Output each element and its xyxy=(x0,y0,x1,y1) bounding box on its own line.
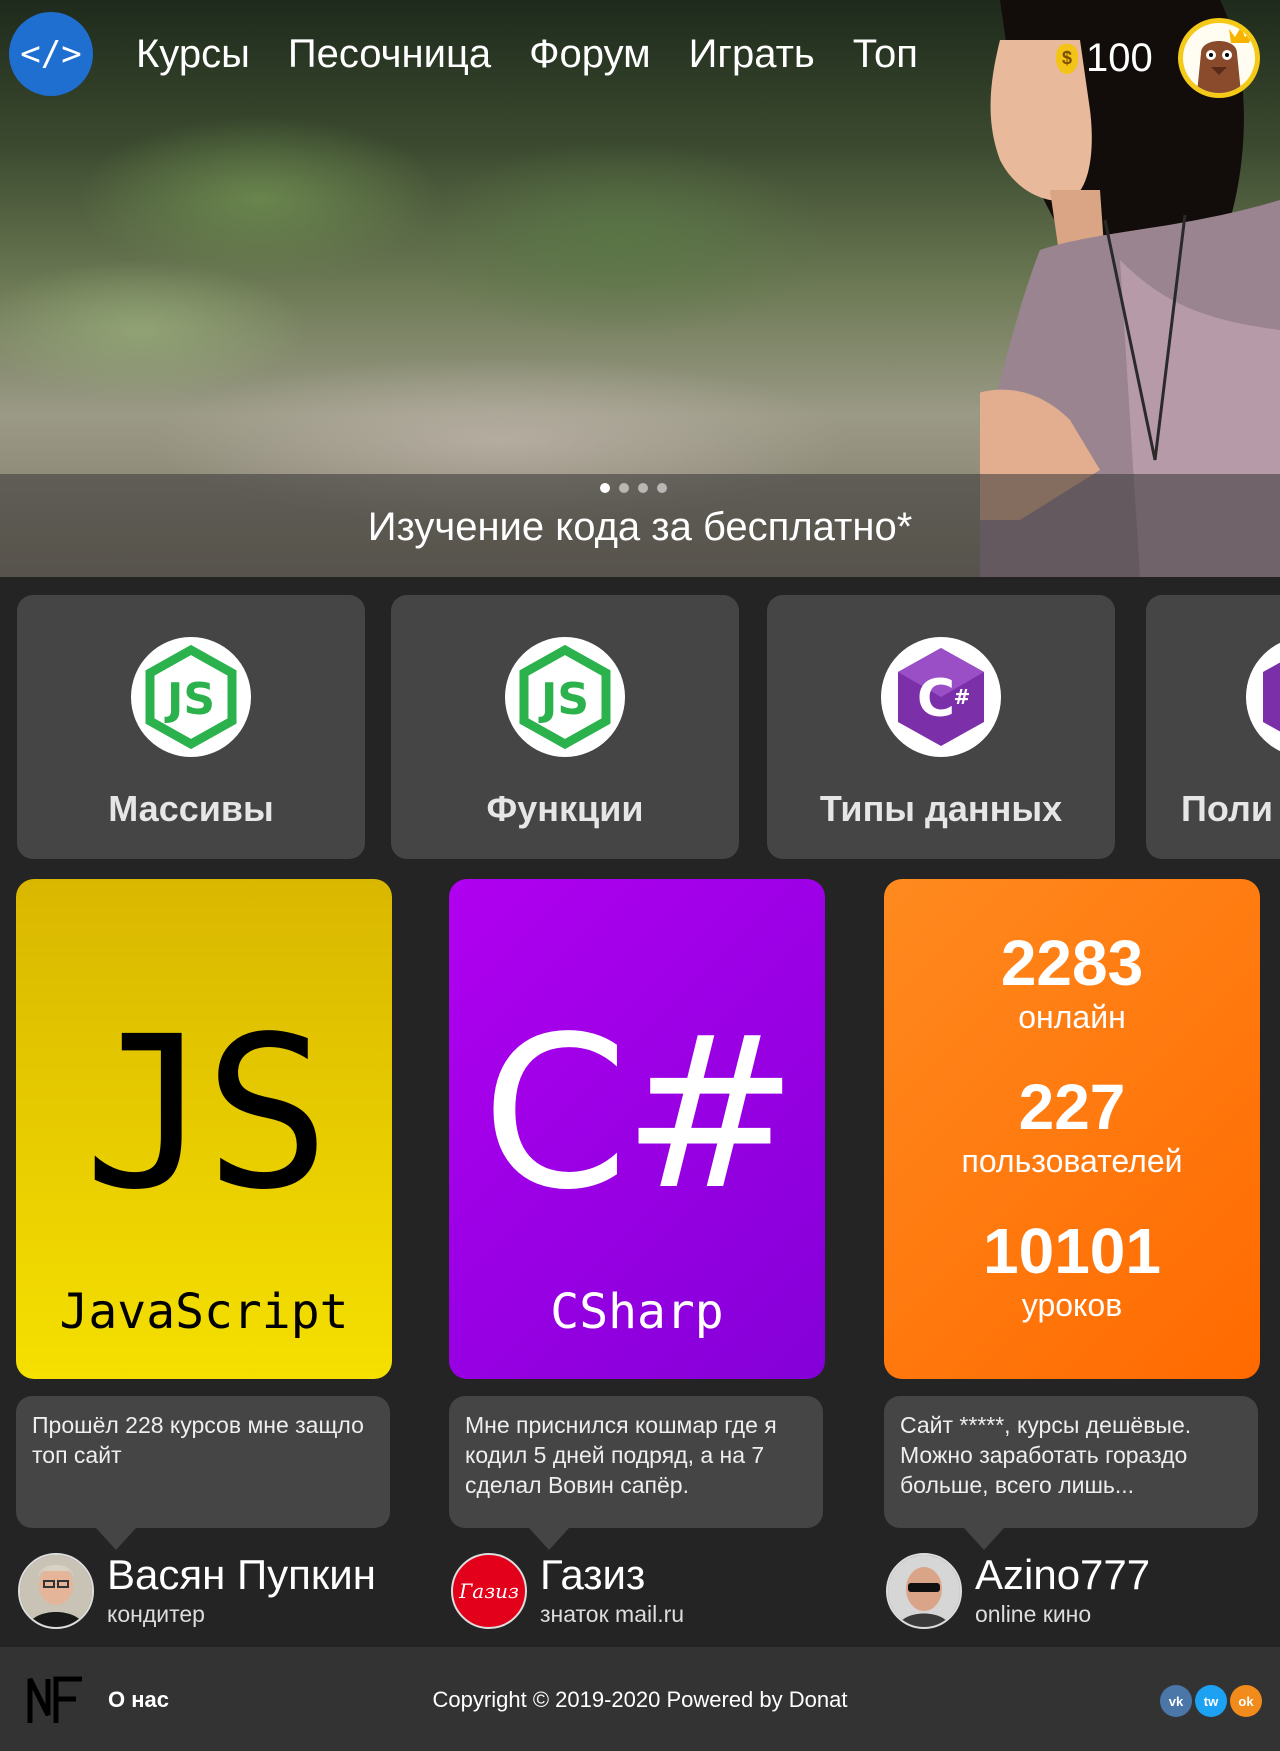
author-role: знаток mail.ru xyxy=(540,1601,685,1627)
twitter-icon[interactable]: tw xyxy=(1195,1685,1227,1717)
nav-item-forum[interactable]: Форум xyxy=(529,32,651,77)
course-title: Поли xyxy=(1181,788,1273,829)
nav-item-play[interactable]: Играть xyxy=(689,32,815,77)
code-icon: </> xyxy=(20,34,82,74)
nodejs-icon: JS xyxy=(131,637,251,757)
stat-lessons: 10101 уроков xyxy=(884,1219,1260,1324)
tile-name: JavaScript xyxy=(59,1284,349,1340)
vk-icon[interactable]: vk xyxy=(1160,1685,1192,1717)
course-title: Функции xyxy=(486,788,644,829)
coin-count: 100 xyxy=(1086,36,1153,80)
author-role: online кино xyxy=(975,1601,1092,1627)
review-author: Azino777 online кино xyxy=(886,1551,1276,1629)
user-avatar-image xyxy=(1183,23,1255,93)
csharp-tile[interactable]: C# CSharp xyxy=(449,879,825,1379)
copyright: Copyright © 2019-2020 Powered by Donat xyxy=(432,1687,848,1712)
social-links: vk tw ok xyxy=(1160,1685,1262,1717)
csharp-icon: C # xyxy=(881,637,1001,757)
course-card-arrays[interactable]: JS Массивы xyxy=(17,595,365,859)
avatar xyxy=(18,1553,94,1629)
stat-online-label: онлайн xyxy=(1018,999,1126,1035)
javascript-tile[interactable]: JS JavaScript xyxy=(16,879,392,1379)
user-avatar[interactable] xyxy=(1178,18,1260,98)
course-title: Массивы xyxy=(108,788,274,829)
stat-lessons-label: уроков xyxy=(1021,1287,1123,1323)
hero-banner[interactable]: Изучение кода за бесплатно* xyxy=(0,0,1280,577)
svg-text:JS: JS xyxy=(538,674,589,725)
csharp-icon xyxy=(1246,637,1280,757)
stat-lessons-value: 10101 xyxy=(983,1215,1161,1287)
review-author: Васян Пупкин кондитер xyxy=(18,1551,418,1629)
stat-online-value: 2283 xyxy=(1000,927,1144,999)
money-bag-icon: $ xyxy=(1056,43,1078,74)
stats-tile: 2283 онлайн 227 пользователей 10101 урок… xyxy=(884,879,1260,1379)
author-role: кондитер xyxy=(107,1601,205,1627)
js-logo-text: JS xyxy=(83,991,331,1236)
tile-name: CSharp xyxy=(550,1284,724,1340)
code-logo-button[interactable]: </> xyxy=(9,12,93,96)
svg-text:C: C xyxy=(917,669,955,729)
avatar-label: Газиз xyxy=(459,1579,519,1603)
stat-online: 2283 онлайн xyxy=(884,931,1260,1036)
avatar xyxy=(886,1553,962,1629)
author-name: Газиз xyxy=(540,1551,646,1598)
course-card-functions[interactable]: JS Функции xyxy=(391,595,739,859)
main-nav: Курсы Песочница Форум Играть Топ xyxy=(136,32,918,77)
hero-caption: Изучение кода за бесплатно* xyxy=(367,505,913,549)
footer: О нас Copyright © 2019-2020 Powered by D… xyxy=(0,1647,1280,1751)
svg-text:JS: JS xyxy=(164,674,215,725)
course-card-data-types[interactable]: C # Типы данных xyxy=(767,595,1115,859)
review-author: Газиз Газиз знаток mail.ru xyxy=(451,1551,851,1629)
course-title: Типы данных xyxy=(819,788,1063,829)
slider-dot-1[interactable] xyxy=(600,483,610,493)
slider-dot-2[interactable] xyxy=(619,483,629,493)
stat-users: 227 пользователей xyxy=(884,1075,1260,1180)
odnoklassniki-icon[interactable]: ok xyxy=(1230,1685,1262,1717)
slider-dots[interactable] xyxy=(600,483,667,493)
review-bubble: Мне приснился кошмар где я кодил 5 дней … xyxy=(449,1396,823,1550)
author-name: Васян Пупкин xyxy=(107,1551,376,1598)
csharp-logo-text: C# xyxy=(481,991,799,1236)
slider-dot-3[interactable] xyxy=(638,483,648,493)
svg-text:#: # xyxy=(954,685,971,709)
nav-item-top[interactable]: Топ xyxy=(853,32,918,77)
nav-item-sandbox[interactable]: Песочница xyxy=(288,32,491,77)
review-bubble: Сайт *****, курсы дешёвые. Можно заработ… xyxy=(884,1396,1258,1550)
stat-users-label: пользователей xyxy=(961,1143,1183,1179)
review-bubble: Прошёл 228 курсов мне защло топ сайт xyxy=(16,1396,390,1550)
coin-balance[interactable]: $ 100 xyxy=(1056,36,1153,81)
course-card-partial[interactable]: Поли xyxy=(1146,595,1280,859)
nav-item-courses[interactable]: Курсы xyxy=(136,32,250,77)
slider-dot-4[interactable] xyxy=(657,483,667,493)
nodejs-icon: JS xyxy=(505,637,625,757)
author-name: Azino777 xyxy=(975,1551,1151,1598)
avatar: Газиз xyxy=(451,1553,527,1629)
stat-users-value: 227 xyxy=(1018,1071,1126,1143)
